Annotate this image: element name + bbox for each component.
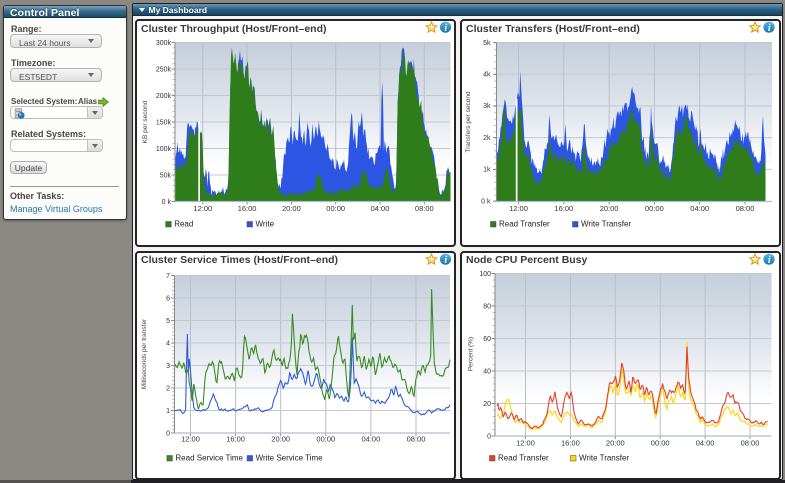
svg-text:80: 80 [483,303,491,310]
svg-text:6: 6 [166,295,170,302]
svg-text:1: 1 [166,408,170,415]
svg-text:Cluster Throughput (Host/Front: Cluster Throughput (Host/Front–end) [141,23,326,35]
svg-text:12:00: 12:00 [181,435,200,444]
svg-text:20: 20 [483,401,491,408]
svg-text:16:00: 16:00 [226,435,245,444]
svg-text:16:00: 16:00 [554,204,573,213]
svg-text:i: i [767,23,770,34]
svg-text:20:00: 20:00 [605,438,624,447]
svg-text:7: 7 [166,273,170,280]
svg-text:20:00: 20:00 [282,204,301,213]
svg-text:08:00: 08:00 [735,204,754,213]
svg-text:12:00: 12:00 [193,204,212,213]
svg-text:04:00: 04:00 [690,204,709,213]
svg-text:08:00: 08:00 [740,438,759,447]
svg-text:08:00: 08:00 [415,204,434,213]
svg-text:5: 5 [166,318,170,325]
svg-text:Write Transfer: Write Transfer [579,454,629,463]
svg-text:100: 100 [479,271,491,278]
svg-text:250k: 250k [156,66,172,73]
svg-text:Write Transfer: Write Transfer [581,220,631,229]
svg-text:0 k: 0 k [162,199,172,206]
svg-text:150k: 150k [156,119,172,126]
svg-text:3k: 3k [483,103,491,110]
svg-text:Cluster Service Times (Host/Fr: Cluster Service Times (Host/Front–end) [141,254,338,266]
svg-text:60: 60 [483,336,491,343]
svg-text:04:00: 04:00 [362,435,381,444]
svg-text:300k: 300k [156,40,172,47]
svg-text:Milliseconds per transfer: Milliseconds per transfer [141,318,148,389]
svg-text:i: i [444,255,447,266]
svg-text:Node CPU Percent Busy: Node CPU Percent Busy [466,254,588,266]
svg-text:08:00: 08:00 [407,435,426,444]
svg-text:Read Service Time: Read Service Time [175,454,243,463]
svg-text:00:00: 00:00 [650,438,669,447]
svg-text:Transfers per second: Transfers per second [465,91,472,153]
svg-text:12:00: 12:00 [509,204,528,213]
svg-text:100k: 100k [156,146,172,153]
svg-text:1k: 1k [483,167,491,174]
svg-text:0: 0 [166,430,170,437]
svg-text:0 k: 0 k [481,198,491,205]
svg-text:16:00: 16:00 [561,438,580,447]
svg-text:Read Transfer: Read Transfer [498,454,549,463]
svg-text:i: i [767,255,770,266]
svg-text:40: 40 [483,368,491,375]
svg-text:00:00: 00:00 [326,204,345,213]
svg-text:2: 2 [166,385,170,392]
svg-text:5k: 5k [483,40,491,47]
svg-text:KB per second: KB per second [142,100,149,143]
svg-text:04:00: 04:00 [695,438,714,447]
svg-text:Percent (%): Percent (%) [467,337,474,371]
svg-text:20:00: 20:00 [599,204,618,213]
svg-text:Read: Read [174,220,193,229]
svg-text:16:00: 16:00 [238,204,257,213]
svg-text:i: i [444,23,447,34]
svg-text:4k: 4k [483,72,491,79]
svg-text:Write: Write [256,220,275,229]
svg-text:2k: 2k [483,135,491,142]
svg-text:Cluster Transfers (Host/Front–: Cluster Transfers (Host/Front–end) [466,23,640,35]
svg-text:200k: 200k [156,93,172,100]
svg-text:00:00: 00:00 [645,204,664,213]
svg-text:0: 0 [487,433,491,440]
svg-text:Read Transfer: Read Transfer [499,220,550,229]
svg-text:Write Service Time: Write Service Time [256,454,324,463]
svg-text:3: 3 [166,363,170,370]
svg-text:12:00: 12:00 [516,438,535,447]
svg-text:4: 4 [166,340,170,347]
svg-text:04:00: 04:00 [371,204,390,213]
svg-text:00:00: 00:00 [316,435,335,444]
svg-text:50k: 50k [160,172,172,179]
svg-text:20:00: 20:00 [271,435,290,444]
